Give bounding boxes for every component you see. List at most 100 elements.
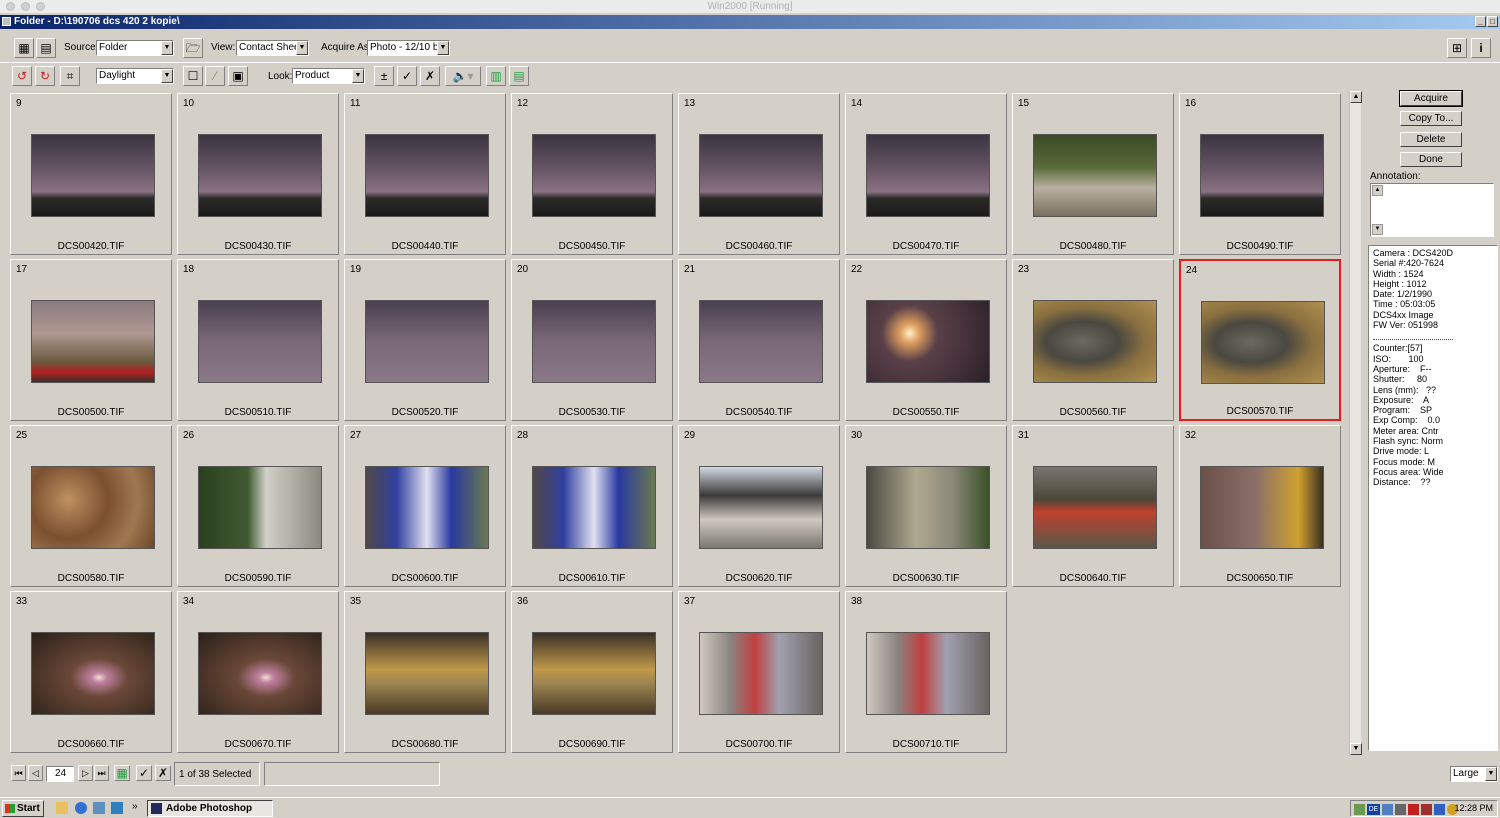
- language-icon[interactable]: DE: [1367, 804, 1380, 815]
- thumbnail-cell[interactable]: 31 DCS00640.TIF: [1012, 425, 1174, 587]
- copy-to-button[interactable]: Copy To...: [1400, 111, 1462, 126]
- light-source-select[interactable]: Daylight ▼: [96, 68, 174, 84]
- look-select[interactable]: Product ▼: [292, 68, 365, 84]
- thumbnail-image[interactable]: [699, 632, 823, 715]
- open-folder-icon[interactable]: 🗁: [183, 38, 203, 58]
- thumbnail-image[interactable]: [699, 466, 823, 549]
- thumbnail-image[interactable]: [31, 300, 155, 383]
- task-adobe-photoshop[interactable]: Adobe Photoshop: [147, 800, 273, 817]
- crop-icon[interactable]: ⌗: [60, 66, 80, 86]
- thumbnail-cell[interactable]: 37 DCS00700.TIF: [678, 591, 840, 753]
- antivirus-icon[interactable]: [1408, 804, 1419, 815]
- acquire-button[interactable]: Acquire: [1399, 90, 1463, 107]
- thumbnail-cell[interactable]: 32 DCS00650.TIF: [1179, 425, 1341, 587]
- thumbnail-cell[interactable]: 26 DCS00590.TIF: [177, 425, 339, 587]
- thumbnail-image[interactable]: [198, 300, 322, 383]
- desktop-icon[interactable]: [56, 802, 68, 814]
- thumbnail-image[interactable]: [31, 632, 155, 715]
- thumbnail-image[interactable]: [198, 632, 322, 715]
- chevron-down-icon[interactable]: ▼: [1485, 767, 1497, 781]
- minimize-button[interactable]: _: [1475, 16, 1486, 27]
- thumbnail-size-select[interactable]: Large ▼: [1450, 766, 1498, 782]
- network-icon[interactable]: [1382, 804, 1393, 815]
- thumbnail-image[interactable]: [1033, 466, 1157, 549]
- speaker-icon[interactable]: [1354, 804, 1365, 815]
- last-frame-icon[interactable]: ⏭: [94, 765, 109, 781]
- start-button[interactable]: Start: [2, 800, 44, 817]
- list-view-icon[interactable]: ▤: [36, 38, 56, 58]
- chevron-down-icon[interactable]: ▼: [161, 69, 173, 83]
- done-button[interactable]: Done: [1400, 152, 1462, 167]
- thumbnail-cell[interactable]: 23 DCS00560.TIF: [1012, 259, 1174, 421]
- thumbnail-cell[interactable]: 34 DCS00670.TIF: [177, 591, 339, 753]
- thumbnail-cell[interactable]: 25 DCS00580.TIF: [10, 425, 172, 587]
- thumbnail-cell[interactable]: 21 DCS00540.TIF: [678, 259, 840, 421]
- thumbnail-cell[interactable]: 29 DCS00620.TIF: [678, 425, 840, 587]
- thumbnail-image[interactable]: [1033, 300, 1157, 383]
- thumbnail-image[interactable]: [1033, 134, 1157, 217]
- thumbnail-image[interactable]: [866, 300, 990, 383]
- thumbnail-image[interactable]: [198, 466, 322, 549]
- properties-icon[interactable]: ⊞: [1447, 38, 1467, 58]
- thumbnail-cell[interactable]: 27 DCS00600.TIF: [344, 425, 506, 587]
- checkbox-icon[interactable]: ☐: [183, 66, 203, 86]
- rotate-left-icon[interactable]: ↺: [12, 66, 32, 86]
- eyedropper-icon[interactable]: ⁄: [205, 66, 225, 86]
- acrobat-icon[interactable]: [1421, 804, 1432, 815]
- restore-button[interactable]: □: [1487, 16, 1498, 27]
- ie-icon[interactable]: [75, 802, 87, 814]
- thumbnail-cell[interactable]: 17 DCS00500.TIF: [10, 259, 172, 421]
- levels-icon[interactable]: ▤: [509, 66, 529, 86]
- acquire-as-select[interactable]: Photo - 12/10 bit ▼: [367, 40, 450, 56]
- camera-icon[interactable]: [1395, 804, 1406, 815]
- thumbnail-image[interactable]: [1200, 134, 1324, 217]
- outlook-icon[interactable]: [93, 802, 105, 814]
- first-frame-icon[interactable]: ⏮: [11, 765, 26, 781]
- thumbnail-image[interactable]: [532, 300, 656, 383]
- thumbnail-image[interactable]: [532, 466, 656, 549]
- thumbnail-cell[interactable]: 12 DCS00450.TIF: [511, 93, 673, 255]
- scroll-down-icon[interactable]: ▼: [1350, 743, 1362, 755]
- thumbnail-image[interactable]: [1201, 301, 1325, 384]
- thumbnail-cell[interactable]: 33 DCS00660.TIF: [10, 591, 172, 753]
- exposure-icon[interactable]: ±: [374, 66, 394, 86]
- thumbnail-image[interactable]: [866, 632, 990, 715]
- thumbnail-cell[interactable]: 22 DCS00550.TIF: [845, 259, 1007, 421]
- thumbnail-image[interactable]: [365, 632, 489, 715]
- annotation-field[interactable]: ▲ ▼: [1370, 183, 1494, 237]
- thumbnail-image[interactable]: [198, 134, 322, 217]
- chevron-down-icon[interactable]: ▼: [296, 41, 308, 55]
- source-select[interactable]: Folder ▼: [96, 40, 174, 56]
- thumbnail-cell[interactable]: 9 DCS00420.TIF: [10, 93, 172, 255]
- next-frame-icon[interactable]: ▷: [78, 765, 93, 781]
- thumbnail-cell[interactable]: 11 DCS00440.TIF: [344, 93, 506, 255]
- unmark-icon[interactable]: ✗: [155, 765, 171, 781]
- thumbnail-cell[interactable]: 20 DCS00530.TIF: [511, 259, 673, 421]
- thumbnail-image[interactable]: [532, 134, 656, 217]
- select-all-icon[interactable]: ▦: [114, 765, 130, 781]
- save-settings-icon[interactable]: ▣: [228, 66, 248, 86]
- check-icon[interactable]: ✓: [397, 66, 417, 86]
- media-icon[interactable]: [111, 802, 123, 814]
- scroll-up-icon[interactable]: ▲: [1372, 185, 1383, 196]
- grid-scrollbar[interactable]: ▲ ▼: [1349, 91, 1362, 755]
- mark-icon[interactable]: ✓: [136, 765, 152, 781]
- thumbnail-cell[interactable]: 13 DCS00460.TIF: [678, 93, 840, 255]
- chevron-down-icon[interactable]: ▼: [352, 69, 364, 83]
- thumbnail-cell[interactable]: 15 DCS00480.TIF: [1012, 93, 1174, 255]
- app-icon[interactable]: [2, 17, 11, 26]
- thumbnail-image[interactable]: [31, 466, 155, 549]
- sound-icon[interactable]: 🔈▾: [445, 66, 481, 86]
- thumbnail-cell[interactable]: 36 DCS00690.TIF: [511, 591, 673, 753]
- thumbnail-image[interactable]: [365, 466, 489, 549]
- chevron-down-icon[interactable]: ▼: [437, 41, 449, 55]
- chevron-down-icon[interactable]: ▼: [161, 41, 173, 55]
- thumbnail-cell[interactable]: 19 DCS00520.TIF: [344, 259, 506, 421]
- view-select[interactable]: Contact Sheet ▼: [236, 40, 309, 56]
- thumbnail-cell[interactable]: 28 DCS00610.TIF: [511, 425, 673, 587]
- contact-sheet-icon[interactable]: ▦: [14, 38, 34, 58]
- histogram-icon[interactable]: ▥: [486, 66, 506, 86]
- thumbnail-cell[interactable]: 38 DCS00710.TIF: [845, 591, 1007, 753]
- thumbnail-image[interactable]: [31, 134, 155, 217]
- thumbnail-image[interactable]: [699, 134, 823, 217]
